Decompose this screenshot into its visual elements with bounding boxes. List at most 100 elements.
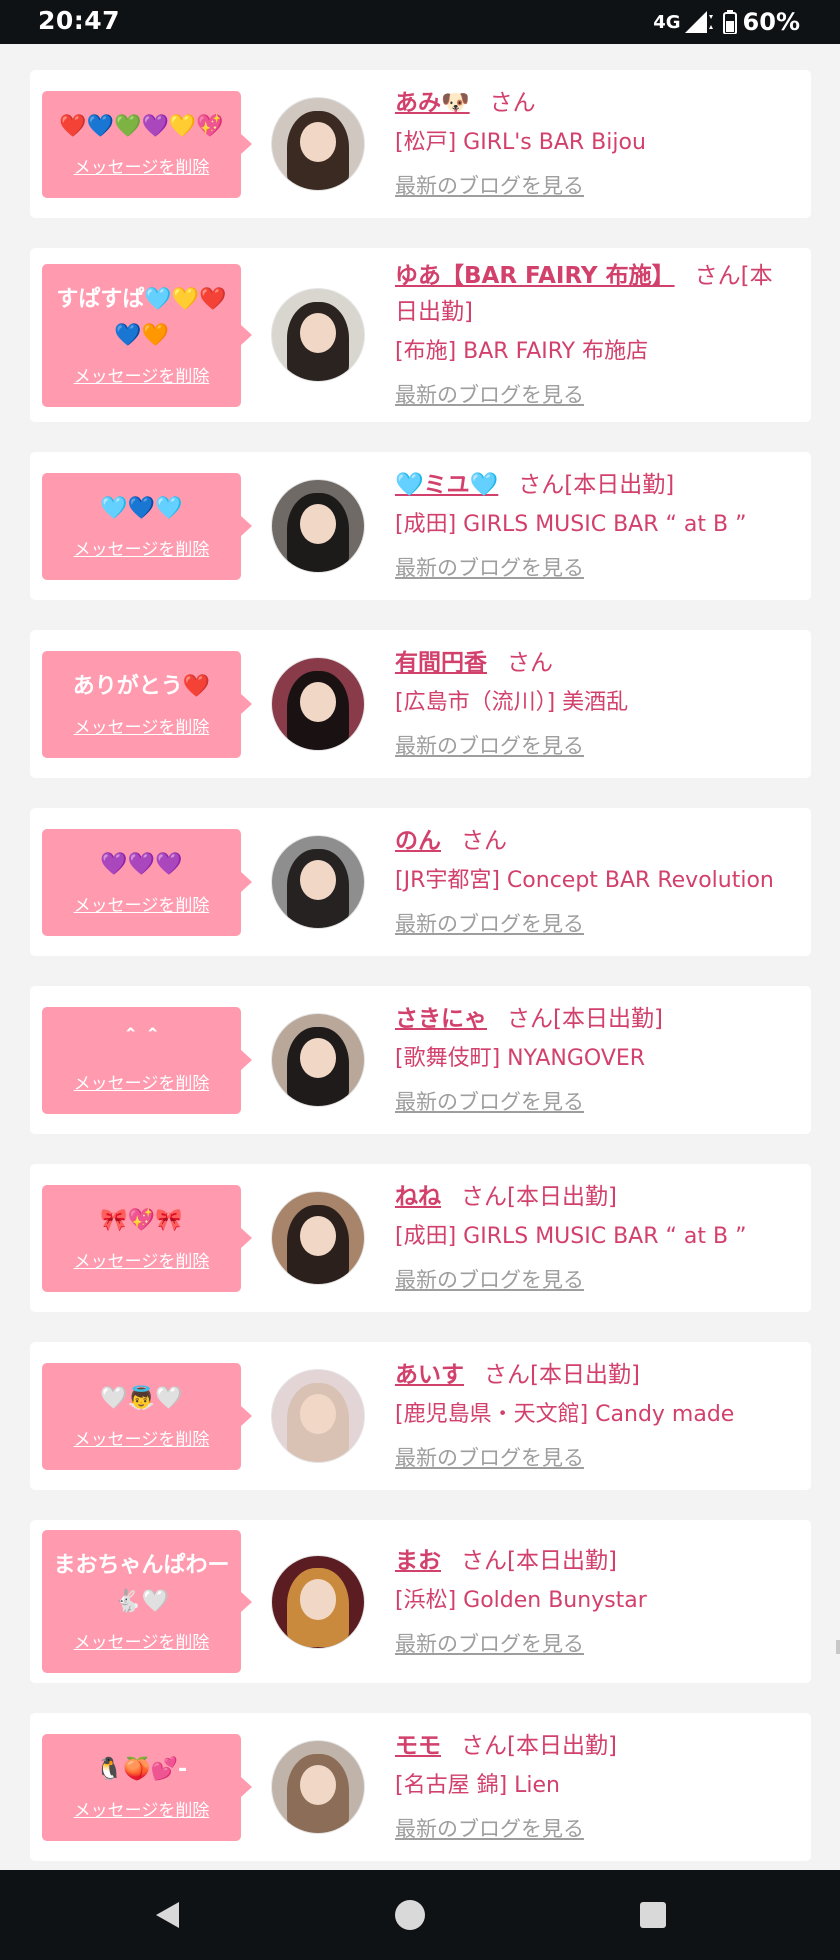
message-bubble: 🐧🍑💕- メッセージを削除 bbox=[42, 1733, 252, 1841]
list-item: 🎀💖🎀 メッセージを削除 ねね さん[本日出勤] [成田] GIRLS MUSIC BA… bbox=[30, 1164, 811, 1312]
cast-name-link[interactable]: のん bbox=[395, 828, 441, 854]
cast-info: あみ🐶 さん [松戸] GIRL's BAR Bijou 最新のブログを見る bbox=[395, 85, 811, 203]
shop-name: [成田] GIRLS MUSIC BAR “ at B ” bbox=[395, 512, 747, 537]
delete-message-link[interactable]: メッセージを削除 bbox=[74, 713, 210, 738]
avatar[interactable] bbox=[271, 479, 365, 573]
cast-name-link[interactable]: あいす bbox=[395, 1362, 464, 1388]
delete-message-link[interactable]: メッセージを削除 bbox=[74, 1796, 210, 1821]
shop-name: [松戸] GIRL's BAR Bijou bbox=[395, 130, 646, 155]
delete-message-link[interactable]: メッセージを削除 bbox=[74, 535, 210, 560]
avatar[interactable] bbox=[271, 1369, 365, 1463]
status-icons: 4G 60% bbox=[653, 7, 800, 37]
delete-message-link[interactable]: メッセージを削除 bbox=[74, 1247, 210, 1272]
message-bubble: 🩵💙🩵 メッセージを削除 bbox=[42, 472, 252, 580]
avatar[interactable] bbox=[271, 1740, 365, 1834]
message-text: ありがとう❤️ bbox=[72, 673, 211, 699]
shop-name: [名古屋 錦] Lien bbox=[395, 1773, 561, 1798]
avatar-face bbox=[299, 1579, 337, 1620]
message-text: 💜💜💜 bbox=[100, 851, 183, 877]
latest-blog-link[interactable]: 最新のブログを見る bbox=[395, 378, 584, 412]
cast-name-link[interactable]: まお bbox=[395, 1548, 441, 1574]
battery-percent: 60% bbox=[742, 8, 800, 36]
list-item: すぱすぱ🩵💛❤️💙🧡 メッセージを削除 ゆあ【BAR FAIRY 布施】 さん[本日出… bbox=[30, 248, 811, 422]
status-bar: 20:47 4G 60% bbox=[0, 0, 840, 44]
navigation-bar bbox=[0, 1870, 840, 1960]
recents-button[interactable] bbox=[593, 1870, 713, 1960]
latest-blog-link[interactable]: 最新のブログを見る bbox=[395, 551, 584, 585]
latest-blog-link[interactable]: 最新のブログを見る bbox=[395, 169, 584, 203]
back-icon bbox=[156, 1902, 179, 1928]
latest-blog-link[interactable]: 最新のブログを見る bbox=[395, 1812, 584, 1846]
name-line: ゆあ【BAR FAIRY 布施】 さん[本日出勤] bbox=[395, 258, 793, 330]
battery-icon bbox=[722, 10, 737, 34]
cast-name-link[interactable]: ねね bbox=[395, 1184, 441, 1210]
name-line: さきにゃ さん[本日出勤] bbox=[395, 1001, 793, 1037]
message-bubble: 🎀💖🎀 メッセージを削除 bbox=[42, 1184, 252, 1292]
latest-blog-link[interactable]: 最新のブログを見る bbox=[395, 729, 584, 763]
name-line: 有間円香 さん bbox=[395, 645, 793, 681]
cast-name-link[interactable]: 🩵ミユ🩵 bbox=[395, 472, 498, 498]
latest-blog-link[interactable]: 最新のブログを見る bbox=[395, 1263, 584, 1297]
name-line: 🩵ミユ🩵 さん[本日出勤] bbox=[395, 467, 793, 503]
avatar[interactable] bbox=[271, 1191, 365, 1285]
cast-name-link[interactable]: モモ bbox=[395, 1733, 441, 1759]
avatar[interactable] bbox=[271, 835, 365, 929]
home-icon bbox=[395, 1900, 425, 1930]
message-bubble: ありがとう❤️ メッセージを削除 bbox=[42, 650, 252, 758]
avatar[interactable] bbox=[271, 288, 365, 382]
cast-info: さきにゃ さん[本日出勤] [歌舞伎町] NYANGOVER 最新のブログを見る bbox=[395, 1001, 811, 1119]
list-item: 💜💜💜 メッセージを削除 のん さん [JR宇都宮] Concept BAR Revol… bbox=[30, 808, 811, 956]
message-text: まおちゃんぱわー🐇🤍 bbox=[53, 1553, 230, 1614]
avatar[interactable] bbox=[271, 1013, 365, 1107]
delete-message-link[interactable]: メッセージを削除 bbox=[74, 1628, 210, 1653]
cast-info: あいす さん[本日出勤] [鹿児島県・天文館] Candy made 最新のブログを見… bbox=[395, 1357, 811, 1475]
shop-name: [広島市（流川）] 美酒乱 bbox=[395, 690, 629, 715]
avatar[interactable] bbox=[271, 657, 365, 751]
status-time: 20:47 bbox=[38, 6, 121, 35]
cast-name-link[interactable]: ゆあ【BAR FAIRY 布施】 bbox=[395, 263, 675, 289]
cast-name-link[interactable]: 有間円香 bbox=[395, 650, 487, 676]
name-line: モモ さん[本日出勤] bbox=[395, 1728, 793, 1764]
list-item: ❤️💙💚💜💛💖 メッセージを削除 あみ🐶 さん [松戸] GIRL's BAR Bijo… bbox=[30, 70, 811, 218]
cast-name-link[interactable]: さきにゃ bbox=[395, 1006, 487, 1032]
name-suffix: さん[本日出勤] bbox=[461, 1184, 617, 1210]
message-text: すぱすぱ🩵💛❤️💙🧡 bbox=[56, 286, 227, 348]
back-button[interactable] bbox=[108, 1870, 228, 1960]
home-button[interactable] bbox=[350, 1870, 470, 1960]
delete-message-link[interactable]: メッセージを削除 bbox=[74, 362, 210, 387]
message-text: 🐧🍑💕- bbox=[95, 1756, 188, 1782]
cast-info: まお さん[本日出勤] [浜松] Golden Bunystar 最新のブログを見る bbox=[395, 1543, 811, 1661]
message-text: 🤍👼🤍 bbox=[100, 1385, 183, 1411]
list-item: まおちゃんぱわー🐇🤍 メッセージを削除 まお さん[本日出勤] [浜松] Golden … bbox=[30, 1520, 811, 1683]
message-bubble: すぱすぱ🩵💛❤️💙🧡 メッセージを削除 bbox=[42, 263, 252, 407]
avatar[interactable] bbox=[271, 1554, 365, 1649]
name-line: のん さん bbox=[395, 823, 793, 859]
latest-blog-link[interactable]: 最新のブログを見る bbox=[395, 1627, 584, 1661]
delete-message-link[interactable]: メッセージを削除 bbox=[74, 1069, 210, 1094]
scrollbar[interactable] bbox=[836, 1640, 840, 1654]
message-text: 🩵💙🩵 bbox=[100, 495, 183, 521]
shop-name: [JR宇都宮] Concept BAR Revolution bbox=[395, 868, 774, 893]
shop-name: [成田] GIRLS MUSIC BAR “ at B ” bbox=[395, 1224, 747, 1249]
cast-info: のん さん [JR宇都宮] Concept BAR Revolution 最新のブログ… bbox=[395, 823, 811, 941]
shop-name: [鹿児島県・天文館] Candy made bbox=[395, 1402, 735, 1427]
cast-info: ゆあ【BAR FAIRY 布施】 さん[本日出勤] [布施] BAR FAIRY 布… bbox=[395, 258, 811, 412]
avatar[interactable] bbox=[271, 97, 365, 191]
cast-name-link[interactable]: あみ🐶 bbox=[395, 90, 470, 116]
delete-message-link[interactable]: メッセージを削除 bbox=[74, 153, 210, 178]
name-line: あいす さん[本日出勤] bbox=[395, 1357, 793, 1393]
shop-name: [布施] BAR FAIRY 布施店 bbox=[395, 339, 649, 364]
name-line: あみ🐶 さん bbox=[395, 85, 793, 121]
latest-blog-link[interactable]: 最新のブログを見る bbox=[395, 1085, 584, 1119]
shop-name: [歌舞伎町] NYANGOVER bbox=[395, 1046, 646, 1071]
name-suffix: さん[本日出勤] bbox=[461, 1547, 617, 1574]
name-suffix: さん bbox=[461, 828, 507, 854]
name-suffix: さん[本日出勤] bbox=[484, 1362, 640, 1388]
latest-blog-link[interactable]: 最新のブログを見る bbox=[395, 1441, 584, 1475]
delete-message-link[interactable]: メッセージを削除 bbox=[74, 891, 210, 916]
latest-blog-link[interactable]: 最新のブログを見る bbox=[395, 907, 584, 941]
delete-message-link[interactable]: メッセージを削除 bbox=[74, 1425, 210, 1450]
cast-info: 🩵ミユ🩵 さん[本日出勤] [成田] GIRLS MUSIC BAR “ at B … bbox=[395, 467, 811, 585]
list-item: 🤍👼🤍 メッセージを削除 あいす さん[本日出勤] [鹿児島県・天文館] Candy m… bbox=[30, 1342, 811, 1490]
list-item: 🐧🍑💕- メッセージを削除 モモ さん[本日出勤] [名古屋 錦] Lien 最新のブログ… bbox=[30, 1713, 811, 1861]
